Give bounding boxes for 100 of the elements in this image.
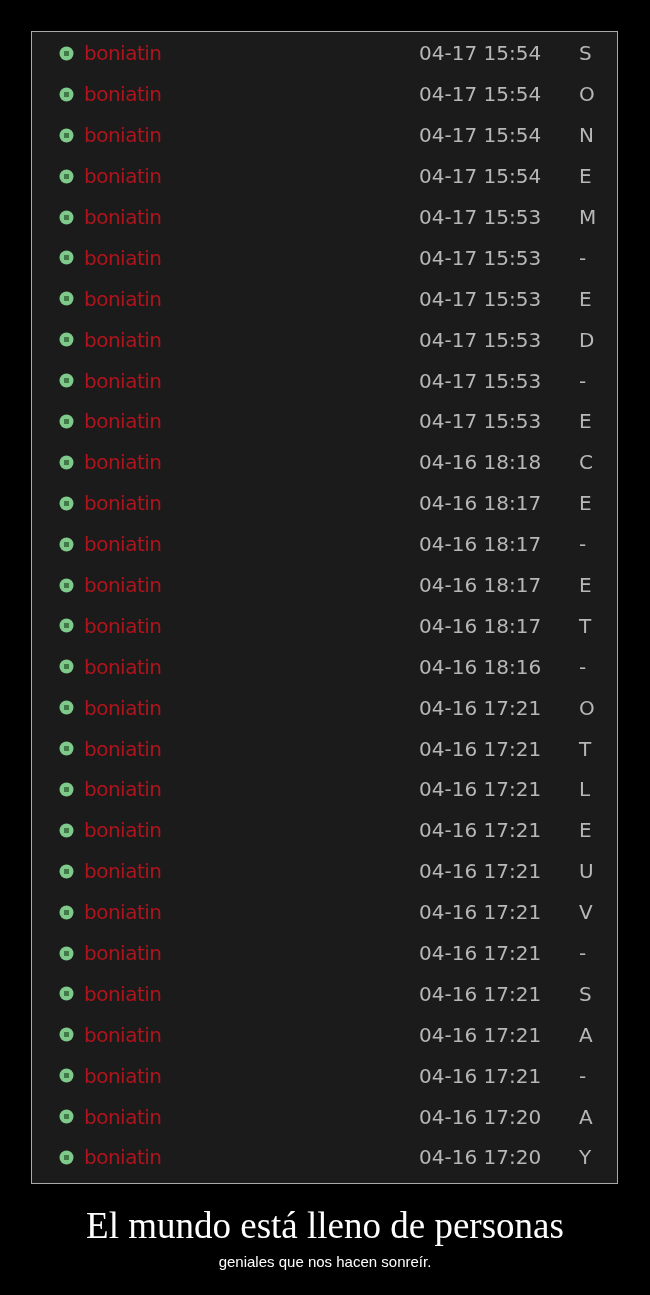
username: boniatin — [84, 1022, 163, 1047]
timestamp: 04-16 18:16 — [419, 654, 543, 679]
status-icon — [59, 1109, 74, 1125]
message-text: E — [579, 818, 593, 843]
status-icon — [59, 577, 74, 593]
timestamp: 04-17 15:54 — [419, 164, 543, 189]
message-text: A — [579, 1104, 594, 1129]
status-icon — [59, 945, 74, 961]
timestamp: 04-16 17:20 — [419, 1145, 543, 1170]
username: boniatin — [84, 941, 163, 966]
timestamp: 04-17 15:54 — [419, 123, 543, 148]
status-icon — [59, 741, 74, 757]
status-icon — [59, 209, 74, 225]
username: boniatin — [84, 654, 163, 679]
username: boniatin — [84, 82, 163, 107]
status-icon — [59, 250, 74, 266]
timestamp: 04-16 17:21 — [419, 777, 543, 802]
timestamp: 04-17 15:53 — [419, 205, 543, 229]
message-text: - — [579, 368, 588, 393]
poster-subtitle: geniales que nos hacen sonreír. — [218, 1253, 432, 1270]
username: boniatin — [84, 327, 163, 352]
message-text: A — [579, 1022, 594, 1047]
status-icon — [59, 536, 74, 552]
status-icon — [59, 1027, 74, 1043]
username: boniatin — [84, 736, 163, 761]
status-icon — [59, 781, 74, 797]
message-text: - — [579, 245, 588, 270]
username: boniatin — [84, 409, 163, 434]
timestamp: 04-16 17:20 — [419, 1104, 543, 1129]
username: boniatin — [84, 368, 163, 393]
status-icon — [59, 45, 74, 61]
status-icon — [59, 1068, 74, 1084]
message-text: E — [579, 573, 593, 597]
message-text: U — [579, 859, 595, 884]
username: boniatin — [84, 573, 163, 597]
username: boniatin — [84, 695, 163, 720]
timestamp: 04-16 17:21 — [419, 1063, 543, 1088]
message-text: - — [579, 654, 588, 679]
message-text: E — [579, 409, 593, 434]
status-icon — [59, 454, 74, 470]
username: boniatin — [84, 900, 163, 925]
message-text: D — [579, 327, 596, 352]
timestamp: 04-16 17:21 — [419, 736, 543, 761]
status-icon — [59, 332, 74, 348]
timestamp: 04-16 17:21 — [419, 1022, 543, 1047]
timestamp: 04-16 17:21 — [419, 941, 543, 966]
message-text: E — [579, 491, 593, 516]
status-icon — [59, 373, 74, 389]
status-icon — [59, 86, 74, 102]
timestamp: 04-16 18:17 — [419, 573, 543, 597]
timestamp: 04-16 17:21 — [419, 859, 543, 884]
status-icon — [59, 618, 74, 634]
status-icon — [59, 413, 74, 429]
status-icon — [59, 291, 74, 307]
message-text: O — [579, 695, 596, 720]
status-icon — [59, 822, 74, 838]
message-text: S — [579, 981, 593, 1006]
timestamp: 04-16 17:21 — [419, 695, 543, 720]
timestamp: 04-17 15:54 — [419, 82, 543, 107]
message-text: - — [579, 941, 588, 966]
username: boniatin — [84, 205, 163, 229]
username: boniatin — [84, 286, 163, 311]
timestamp: 04-17 15:53 — [419, 368, 543, 393]
status-icon — [59, 700, 74, 716]
username: boniatin — [84, 450, 163, 475]
message-text: Y — [579, 1145, 593, 1170]
message-text: O — [579, 82, 596, 107]
status-icon — [59, 986, 74, 1002]
message-text: C — [579, 450, 594, 475]
username: boniatin — [84, 491, 163, 516]
message-text: N — [579, 123, 595, 148]
status-icon — [59, 659, 74, 675]
poster-title: El mundo está lleno de personas — [86, 1204, 564, 1247]
username: boniatin — [84, 981, 163, 1006]
username: boniatin — [84, 1063, 163, 1088]
message-text: V — [579, 900, 594, 925]
timestamp: 04-16 17:21 — [419, 818, 543, 843]
username: boniatin — [84, 41, 163, 66]
message-text: - — [579, 532, 588, 557]
timestamp: 04-16 18:17 — [419, 613, 543, 638]
status-icon — [59, 863, 74, 879]
timestamp: 04-17 15:53 — [419, 409, 543, 434]
message-text: M — [579, 205, 598, 229]
status-icon — [59, 1150, 74, 1165]
username: boniatin — [84, 859, 163, 884]
username: boniatin — [84, 245, 163, 270]
message-text: - — [579, 1063, 588, 1088]
message-text: E — [579, 164, 593, 189]
timestamp: 04-17 15:54 — [419, 41, 543, 66]
username: boniatin — [84, 164, 163, 189]
timestamp: 04-16 18:17 — [419, 491, 543, 516]
message-text: L — [579, 777, 592, 802]
status-icon — [59, 904, 74, 920]
username: boniatin — [84, 1145, 163, 1170]
status-icon — [59, 495, 74, 511]
message-text: E — [579, 286, 593, 311]
timestamp: 04-16 18:18 — [419, 450, 543, 475]
username: boniatin — [84, 818, 163, 843]
timestamp: 04-17 15:53 — [419, 245, 543, 270]
username: boniatin — [84, 123, 163, 148]
